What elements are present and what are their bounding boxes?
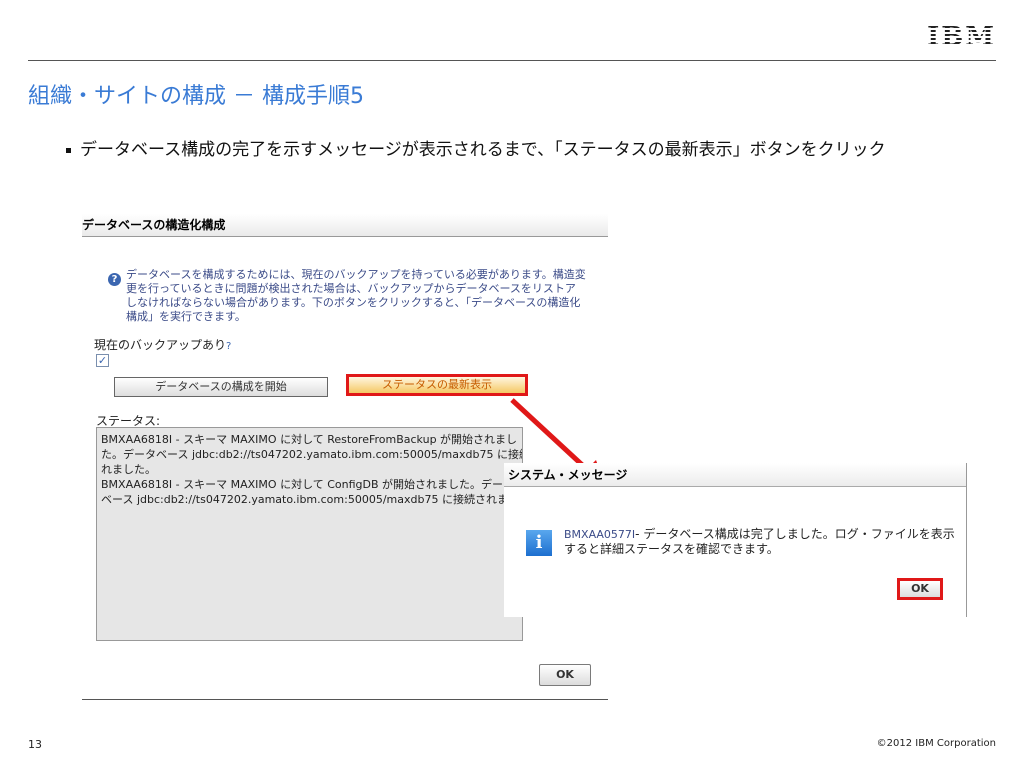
status-line: れました。 bbox=[101, 463, 156, 476]
refresh-status-button[interactable]: ステータスの最新表示 bbox=[346, 374, 528, 396]
status-line: た。データベース jdbc:db2://ts047202.yamato.ibm.… bbox=[101, 448, 523, 461]
backup-checkbox[interactable]: ✓ bbox=[96, 354, 109, 367]
copyright: ©2012 IBM Corporation bbox=[876, 738, 996, 749]
page-number: 13 bbox=[28, 738, 42, 751]
ibm-logo: IBM bbox=[927, 22, 996, 52]
system-message-title: システム・メッセージ bbox=[504, 463, 966, 487]
dialog-title: データベースの構造化構成 bbox=[82, 214, 608, 237]
info-icon: i bbox=[526, 530, 552, 556]
instruction-text: データベース構成の完了を示すメッセージが表示されるまで、「ステータスの最新表示」… bbox=[80, 140, 886, 160]
header-divider bbox=[28, 60, 996, 61]
slide-title: 組織・サイトの構成 － 構成手順5 bbox=[28, 84, 364, 109]
info-text: データベースを構成するためには、現在のバックアップを持っている必要があります。構… bbox=[126, 268, 586, 323]
system-message-text: BMXAA0577I- データベース構成は完了しました。ログ・ファイルを表示する… bbox=[564, 527, 964, 557]
backup-label-text: 現在のバックアップあり bbox=[94, 338, 227, 352]
bullet-marker bbox=[66, 148, 71, 153]
status-line: BMXAA6818I - スキーマ MAXIMO に対して ConfigDB が… bbox=[101, 478, 504, 491]
system-message-ok-button[interactable]: OK bbox=[897, 578, 943, 600]
status-line: ベース jdbc:db2://ts047202.yamato.ibm.com:5… bbox=[101, 493, 523, 506]
message-code: BMXAA0577I bbox=[564, 528, 636, 541]
help-icon: ? bbox=[108, 273, 121, 286]
status-line: BMXAA6818I - スキーマ MAXIMO に対して RestoreFro… bbox=[101, 433, 518, 446]
db-config-dialog: データベースの構造化構成 ? データベースを構成するためには、現在のバックアップ… bbox=[82, 214, 608, 704]
backup-help-icon[interactable]: ? bbox=[226, 341, 231, 352]
backup-label: 現在のバックアップあり? bbox=[94, 336, 231, 353]
status-log[interactable]: BMXAA6818I - スキーマ MAXIMO に対して RestoreFro… bbox=[96, 427, 523, 641]
instruction-bullet: データベース構成の完了を示すメッセージが表示されるまで、「ステータスの最新表示」… bbox=[66, 138, 960, 163]
dialog-bottom-divider bbox=[82, 699, 608, 700]
system-message-dialog: システム・メッセージ i BMXAA0577I- データベース構成は完了しました… bbox=[504, 463, 967, 617]
start-db-config-button[interactable]: データベースの構成を開始 bbox=[114, 377, 328, 397]
dialog-ok-button[interactable]: OK bbox=[539, 664, 591, 686]
